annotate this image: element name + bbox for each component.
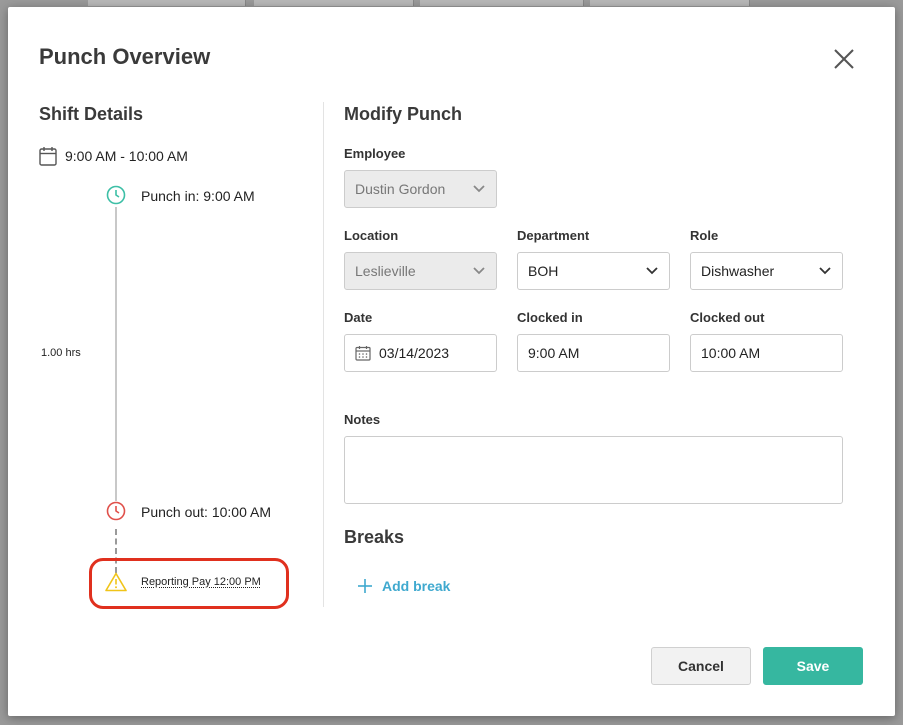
location-value: Leslieville bbox=[355, 263, 416, 279]
timeline-line bbox=[115, 207, 117, 505]
clocked-in-input[interactable]: 9:00 AM bbox=[517, 334, 670, 372]
clocked-out-value: 10:00 AM bbox=[701, 345, 761, 361]
department-label: Department bbox=[517, 228, 590, 243]
chevron-down-icon bbox=[646, 267, 658, 275]
clocked-out-input[interactable]: 10:00 AM bbox=[690, 334, 843, 372]
backdrop-strip bbox=[420, 0, 584, 6]
chevron-down-icon bbox=[473, 185, 485, 193]
location-label: Location bbox=[344, 228, 399, 243]
clocked-in-label: Clocked in bbox=[517, 310, 583, 325]
employee-select[interactable]: Dustin Gordon bbox=[344, 170, 497, 208]
clock-in-icon bbox=[106, 185, 126, 205]
modal-title: Punch Overview bbox=[39, 44, 211, 69]
add-break-label: Add break bbox=[382, 578, 451, 594]
chevron-down-icon bbox=[819, 267, 831, 275]
clocked-out-label: Clocked out bbox=[690, 310, 765, 325]
backdrop-strip bbox=[88, 0, 246, 6]
add-break-button[interactable]: Add break bbox=[357, 578, 450, 594]
department-select[interactable]: BOH bbox=[517, 252, 670, 290]
date-value: 03/14/2023 bbox=[379, 345, 450, 361]
clocked-in-value: 9:00 AM bbox=[528, 345, 580, 361]
cancel-button[interactable]: Cancel bbox=[651, 647, 751, 685]
employee-label: Employee bbox=[344, 146, 406, 161]
backdrop-strip bbox=[590, 0, 750, 6]
chevron-down-icon bbox=[473, 267, 485, 275]
punch-overview-modal: Punch Overview Shift Details 9:00 AM - 1… bbox=[8, 7, 895, 716]
location-select[interactable]: Leslieville bbox=[344, 252, 497, 290]
punch-in-label: Punch in: 9:00 AM bbox=[141, 188, 255, 204]
breaks-title: Breaks bbox=[344, 527, 405, 547]
shift-duration: 1.00 hrs bbox=[41, 347, 81, 359]
punch-out-label: Punch out: 10:00 AM bbox=[141, 504, 271, 520]
reporting-pay-link[interactable]: Reporting Pay 12:00 PM bbox=[141, 576, 261, 588]
calendar-icon bbox=[355, 346, 371, 361]
department-value: BOH bbox=[528, 263, 559, 279]
warning-icon bbox=[105, 572, 127, 592]
role-label: Role bbox=[690, 228, 719, 243]
calendar-icon bbox=[39, 147, 57, 166]
save-button[interactable]: Save bbox=[763, 647, 863, 685]
notes-textarea[interactable] bbox=[344, 436, 843, 504]
column-divider bbox=[323, 102, 324, 607]
role-select[interactable]: Dishwasher bbox=[690, 252, 843, 290]
shift-range-text: 9:00 AM - 10:00 AM bbox=[65, 148, 188, 164]
shift-range: 9:00 AM - 10:00 AM bbox=[39, 146, 188, 166]
date-input[interactable]: 03/14/2023 bbox=[344, 334, 497, 372]
close-icon[interactable] bbox=[830, 45, 858, 73]
employee-value: Dustin Gordon bbox=[355, 181, 446, 197]
clock-out-icon bbox=[106, 501, 126, 521]
role-value: Dishwasher bbox=[701, 263, 775, 279]
plus-icon bbox=[358, 579, 372, 593]
notes-label: Notes bbox=[344, 412, 381, 427]
modify-punch-title: Modify Punch bbox=[344, 104, 462, 124]
backdrop-strip bbox=[254, 0, 414, 6]
shift-details-title: Shift Details bbox=[39, 104, 144, 124]
date-label: Date bbox=[344, 310, 373, 325]
